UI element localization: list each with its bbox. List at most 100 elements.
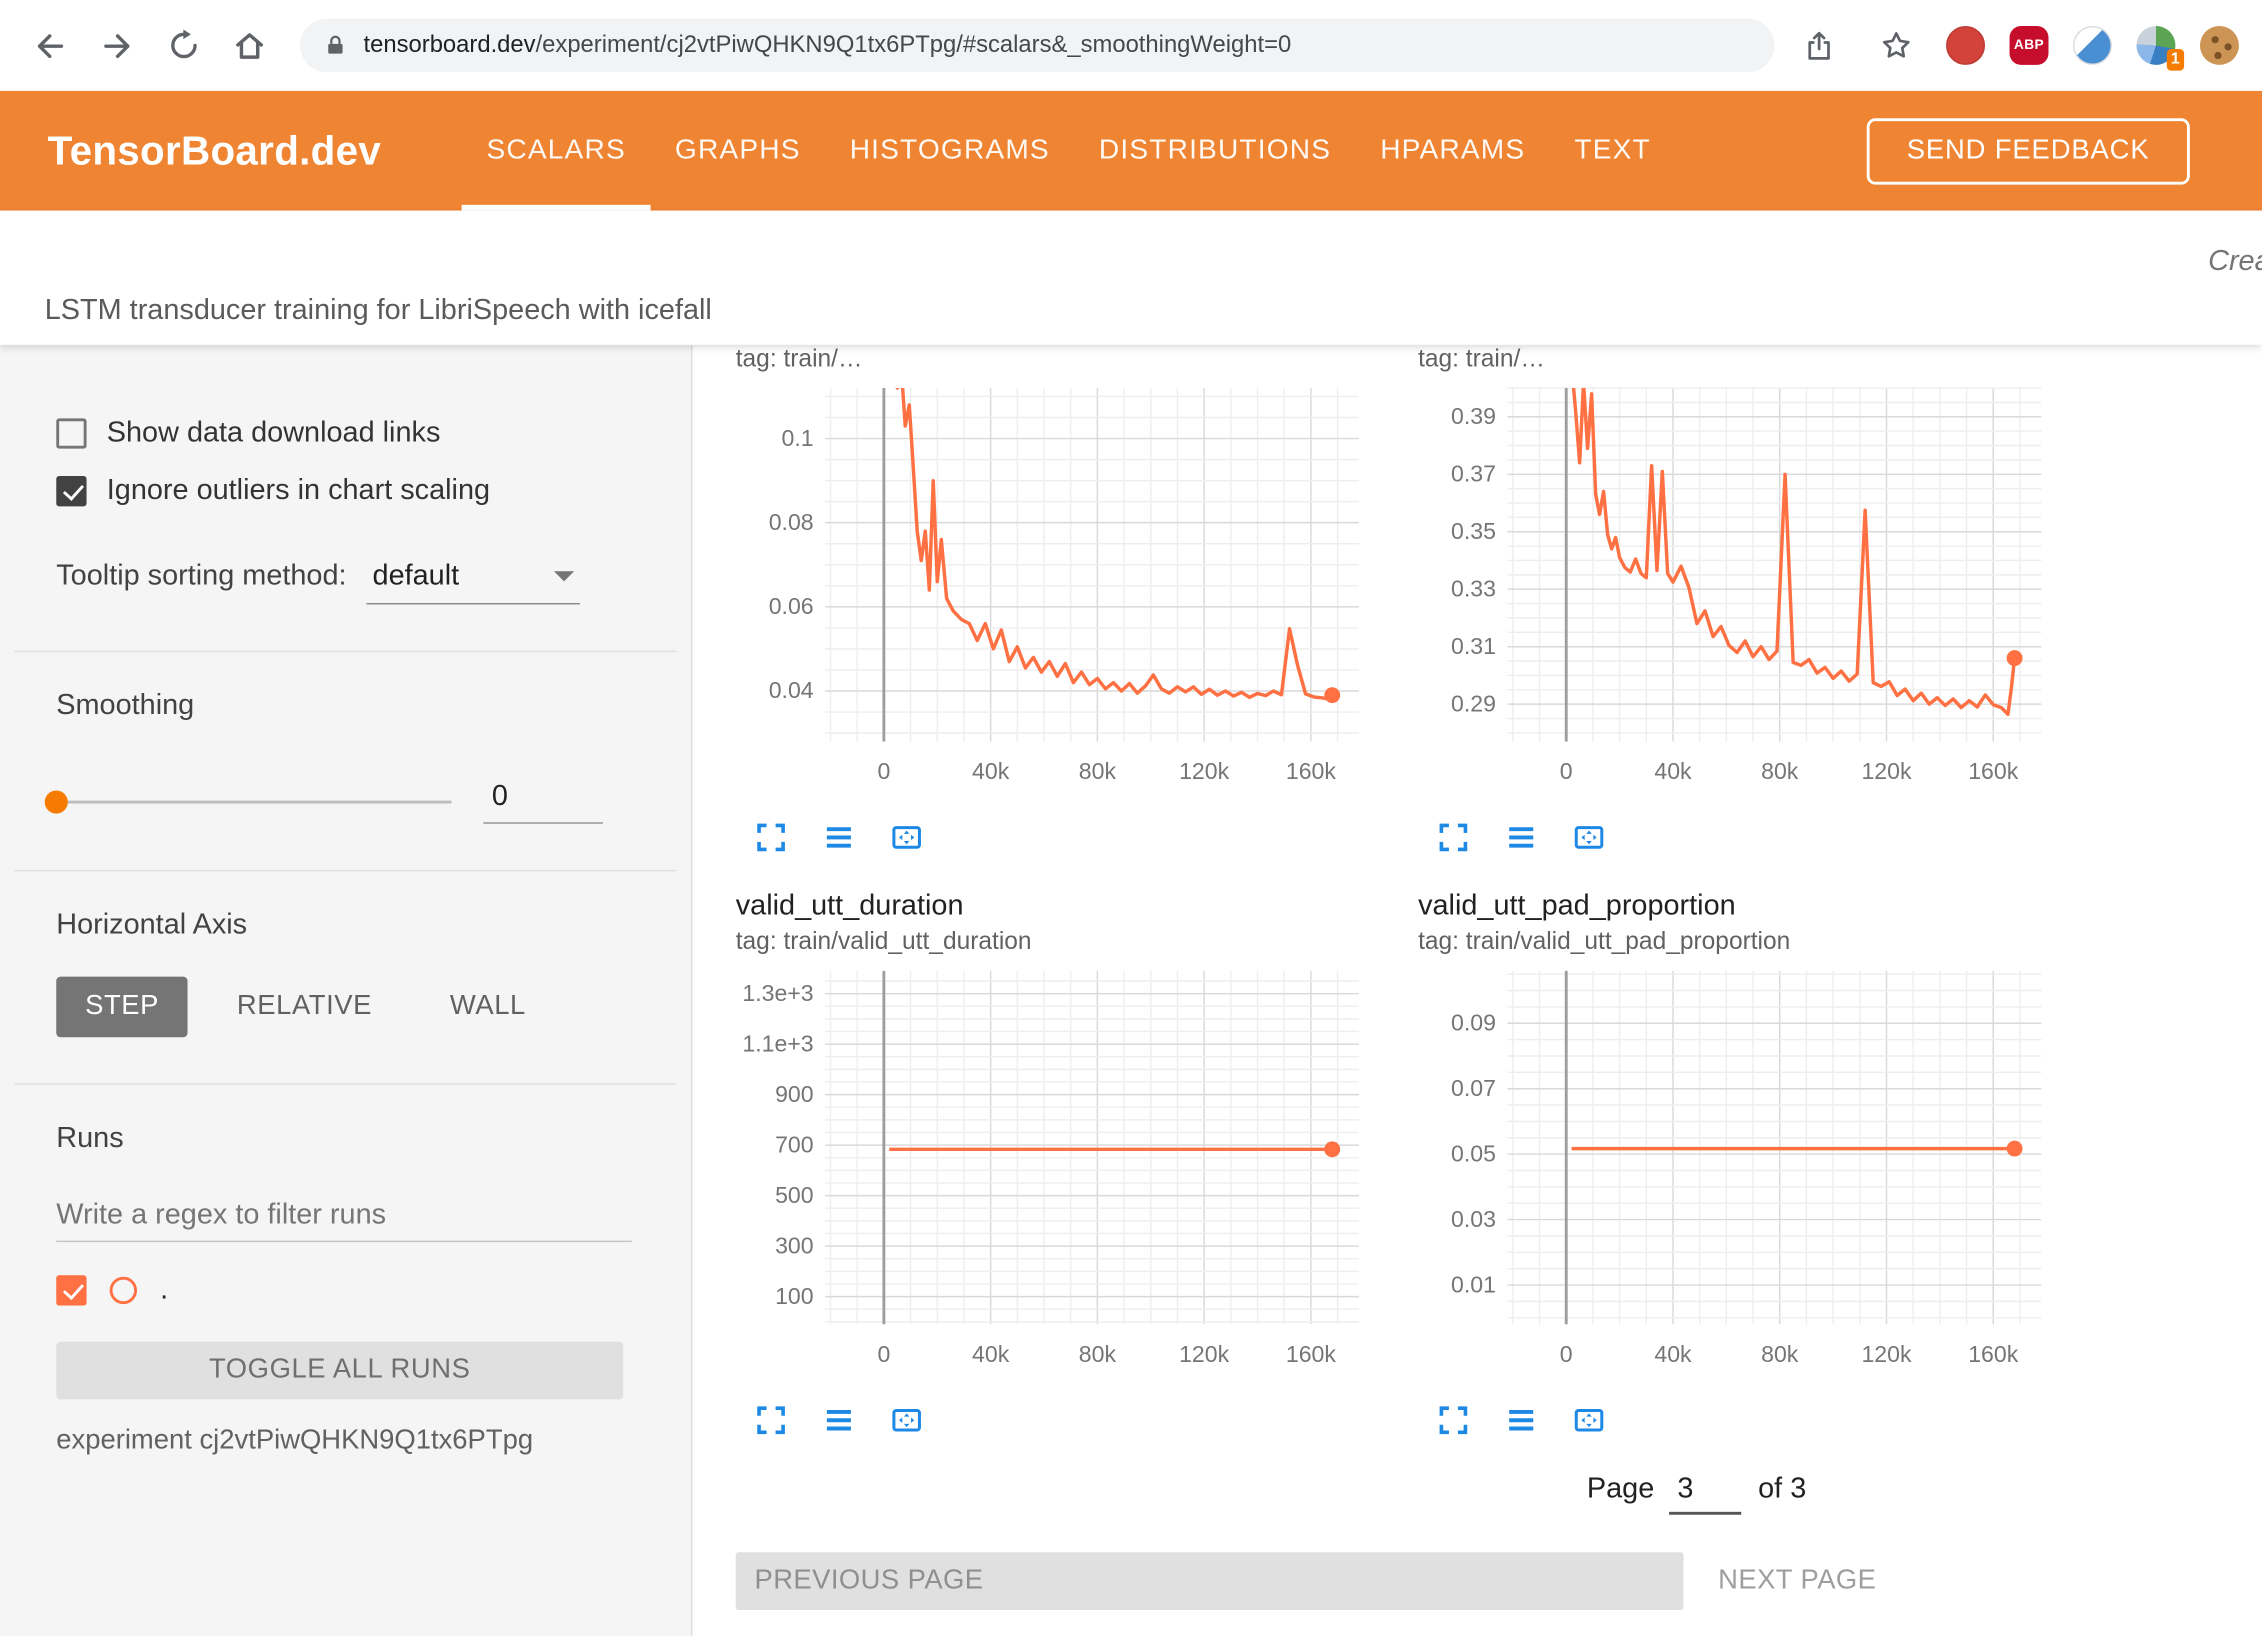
tooltip-sorting-select[interactable]: default: [367, 560, 581, 605]
runs-selector-icon[interactable]: [821, 1402, 857, 1438]
url-path: /experiment/cj2vtPiwQHKN9Q1tx6PTpg/#scal…: [536, 32, 1292, 58]
fit-domain-icon[interactable]: [1571, 819, 1607, 855]
fit-domain-icon[interactable]: [889, 819, 925, 855]
browser-toolbar: tensorboard.dev/experiment/cj2vtPiwQHKN9…: [0, 0, 2262, 91]
svg-text:900: 900: [775, 1081, 814, 1107]
chart-plot[interactable]: 0.040.060.080.1040k80k120k160k: [736, 379, 1392, 800]
chart-actions: [736, 819, 1392, 855]
page-number-input[interactable]: [1669, 1473, 1741, 1515]
smoothing-slider[interactable]: [56, 801, 451, 804]
share-icon[interactable]: [1793, 19, 1845, 71]
svg-text:0.04: 0.04: [769, 677, 814, 703]
slider-thumb[interactable]: [45, 791, 68, 814]
show-download-checkbox[interactable]: [56, 418, 86, 448]
ignore-outliers-checkbox[interactable]: [56, 476, 86, 506]
tab-histograms[interactable]: HISTOGRAMS: [825, 91, 1074, 211]
runs-selector-icon[interactable]: [1503, 819, 1539, 855]
svg-text:0.33: 0.33: [1451, 575, 1496, 601]
svg-text:80k: 80k: [1079, 758, 1117, 784]
page-label: Page: [1587, 1473, 1654, 1506]
chart-tag: tag: train/valid_utt_pad_proportion: [1418, 925, 2074, 960]
tab-text[interactable]: TEXT: [1550, 91, 1676, 211]
svg-text:0.37: 0.37: [1451, 461, 1496, 487]
chart-row-bottom: valid_utt_durationtag: train/valid_utt_d…: [736, 887, 2262, 1438]
subheader: Crea LSTM transducer training for LibriS…: [0, 211, 2262, 345]
experiment-description: LSTM transducer training for LibriSpeech…: [45, 294, 712, 327]
fit-domain-icon[interactable]: [1571, 1402, 1607, 1438]
extension-badge: 1: [2167, 49, 2184, 71]
next-page-button[interactable]: NEXT PAGE: [1718, 1565, 1876, 1597]
smoothing-label: Smoothing: [56, 690, 633, 723]
tab-scalars[interactable]: SCALARS: [462, 91, 650, 211]
axis-option-relative[interactable]: RELATIVE: [208, 977, 401, 1038]
svg-text:120k: 120k: [1861, 1341, 1912, 1367]
chart-card: valid_utt_pad_proportiontag: train/valid…: [1418, 887, 2074, 1438]
nav-tabs: SCALARSGRAPHSHISTOGRAMSDISTRIBUTIONSHPAR…: [462, 91, 1675, 211]
chart-tag: tag: train/valid_utt_duration: [736, 925, 1392, 960]
horizontal-axis-buttons: STEP RELATIVE WALL: [56, 977, 633, 1038]
fit-domain-icon[interactable]: [889, 1402, 925, 1438]
svg-text:160k: 160k: [1286, 1341, 1337, 1367]
chart-card: tag: train/…0.040.060.080.1040k80k120k16…: [736, 345, 1392, 856]
previous-page-button[interactable]: PREVIOUS PAGE: [736, 1552, 1684, 1610]
send-feedback-button[interactable]: SEND FEEDBACK: [1866, 118, 2190, 184]
chart-tag: tag: train/…: [736, 345, 1392, 377]
axis-option-step[interactable]: STEP: [56, 977, 188, 1038]
chart-card: tag: train/…0.290.310.330.350.370.39040k…: [1418, 345, 2074, 856]
main-layout: Show data download links Ignore outliers…: [0, 345, 2262, 1636]
chart-plot[interactable]: 0.290.310.330.350.370.39040k80k120k160k: [1418, 379, 2074, 800]
runs-selector-icon[interactable]: [1503, 1402, 1539, 1438]
tab-graphs[interactable]: GRAPHS: [650, 91, 825, 211]
chart-plot[interactable]: 0.010.030.050.070.09040k80k120k160k: [1418, 962, 2074, 1383]
blue-extension-icon[interactable]: [2073, 26, 2112, 65]
adblock-extension-icon[interactable]: [1946, 26, 1985, 65]
ignore-outliers-row: Ignore outliers in chart scaling: [56, 475, 633, 508]
back-icon[interactable]: [25, 19, 77, 71]
divider: [14, 1083, 676, 1084]
app-header: TensorBoard.dev SCALARSGRAPHSHISTOGRAMSD…: [0, 91, 2262, 211]
svg-text:0.39: 0.39: [1451, 403, 1496, 429]
run-checkbox[interactable]: [56, 1275, 86, 1305]
runs-filter-input[interactable]: [56, 1190, 632, 1242]
svg-text:120k: 120k: [1179, 758, 1230, 784]
home-icon[interactable]: [224, 19, 276, 71]
forward-icon[interactable]: [91, 19, 143, 71]
svg-text:0: 0: [1560, 1341, 1573, 1367]
chart-plot[interactable]: 1003005007009001.1e+31.3e+3040k80k120k16…: [736, 962, 1392, 1383]
tab-hparams[interactable]: HPARAMS: [1356, 91, 1550, 211]
show-download-row: Show data download links: [56, 417, 633, 450]
toolbar-right: ABP 1: [1793, 19, 2239, 71]
svg-text:300: 300: [775, 1232, 814, 1258]
cookie-extension-icon[interactable]: [2200, 26, 2239, 65]
url-domain: tensorboard.dev: [364, 32, 536, 58]
show-download-label: Show data download links: [107, 417, 441, 450]
svg-text:0.31: 0.31: [1451, 633, 1496, 659]
axis-option-wall[interactable]: WALL: [421, 977, 555, 1038]
smoothing-value[interactable]: 0: [483, 780, 603, 823]
svg-text:0: 0: [1560, 758, 1573, 784]
toggle-all-runs-button[interactable]: TOGGLE ALL RUNS: [56, 1342, 623, 1400]
pie-extension-icon[interactable]: 1: [2136, 26, 2175, 65]
runs-selector-icon[interactable]: [821, 819, 857, 855]
expand-icon[interactable]: [753, 819, 789, 855]
address-bar[interactable]: tensorboard.dev/experiment/cj2vtPiwQHKN9…: [300, 19, 1774, 72]
chart-card: valid_utt_durationtag: train/valid_utt_d…: [736, 887, 1392, 1438]
expand-icon[interactable]: [1435, 819, 1471, 855]
svg-text:160k: 160k: [1286, 758, 1337, 784]
smoothing-slider-row: 0: [56, 780, 633, 823]
svg-text:0.29: 0.29: [1451, 690, 1496, 716]
browser-window: tensorboard.dev/experiment/cj2vtPiwQHKN9…: [0, 0, 2262, 1636]
star-icon[interactable]: [1870, 19, 1922, 71]
experiment-id-label: experiment cj2vtPiwQHKN9Q1tx6PTpg: [56, 1425, 633, 1457]
svg-text:100: 100: [775, 1283, 814, 1309]
refresh-icon[interactable]: [157, 19, 209, 71]
svg-text:700: 700: [775, 1131, 814, 1157]
expand-icon[interactable]: [1435, 1402, 1471, 1438]
tab-distributions[interactable]: DISTRIBUTIONS: [1074, 91, 1355, 211]
abp-extension-icon[interactable]: ABP: [2010, 26, 2049, 65]
expand-icon[interactable]: [753, 1402, 789, 1438]
settings-sidebar: Show data download links Ignore outliers…: [0, 345, 692, 1636]
svg-text:40k: 40k: [972, 758, 1010, 784]
chart-tag: tag: train/…: [1418, 345, 2074, 377]
chart-actions: [1418, 819, 2074, 855]
